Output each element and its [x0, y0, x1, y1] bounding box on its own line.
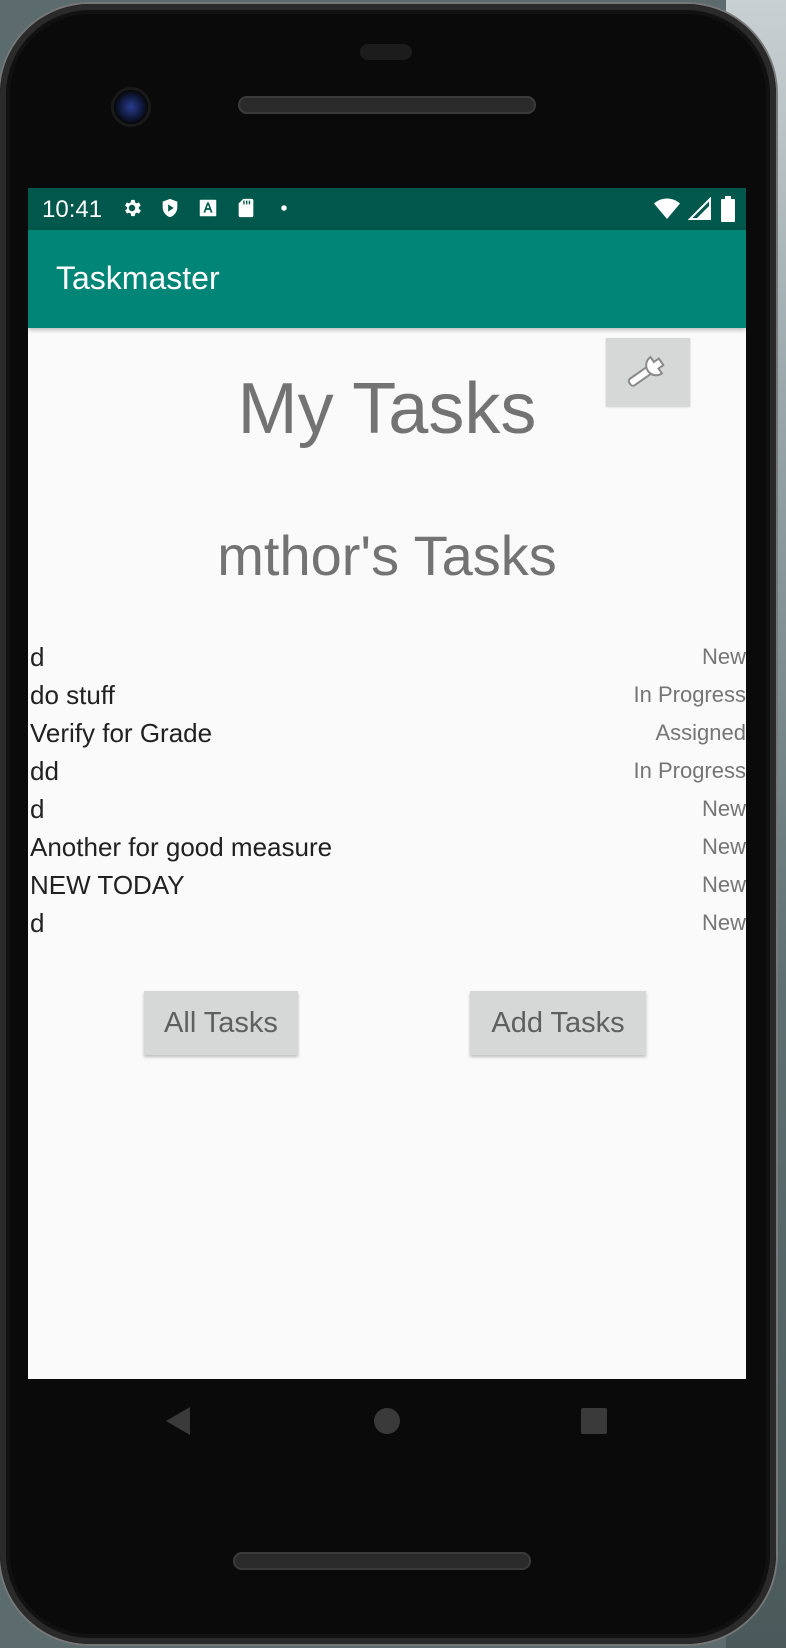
top-speaker: [238, 96, 536, 114]
notification-icons: [120, 196, 296, 220]
task-row[interactable]: d New: [30, 638, 746, 676]
task-row[interactable]: Verify for Grade Assigned: [30, 714, 746, 752]
task-status: New: [701, 872, 746, 897]
app-bar: Taskmaster: [28, 230, 746, 328]
font-icon: [196, 196, 220, 220]
back-icon: [164, 1405, 192, 1442]
task-name: d: [30, 908, 45, 938]
task-status: In Progress: [633, 758, 747, 783]
task-status: New: [701, 644, 746, 669]
task-row[interactable]: Another for good measure New: [30, 828, 746, 866]
task-row[interactable]: d New: [30, 790, 746, 828]
task-status: Assigned: [655, 720, 746, 745]
status-time: 10:41: [42, 196, 103, 223]
task-name: d: [30, 794, 45, 824]
recents-icon: [580, 1407, 608, 1440]
task-name: d: [30, 642, 45, 672]
task-name: do stuff: [30, 680, 115, 710]
app-title: Taskmaster: [56, 260, 220, 296]
recents-button[interactable]: [572, 1401, 616, 1445]
task-status: New: [701, 796, 746, 821]
battery-icon: [720, 196, 736, 227]
task-status: New: [701, 910, 746, 935]
task-status: In Progress: [633, 682, 747, 707]
dot-icon: [272, 196, 296, 220]
front-camera: [114, 90, 148, 124]
task-name: dd: [30, 756, 59, 786]
task-list: d New do stuff In Progress Verify for Gr…: [30, 638, 746, 942]
add-tasks-button[interactable]: Add Tasks: [470, 991, 646, 1055]
task-status: New: [701, 834, 746, 859]
status-bar: 10:41: [28, 188, 746, 230]
sd-card-icon: [234, 196, 258, 220]
task-name: NEW TODAY: [30, 870, 185, 900]
wifi-icon: [654, 197, 680, 226]
back-button[interactable]: [156, 1401, 200, 1445]
earpiece: [360, 44, 412, 60]
task-name: Verify for Grade: [30, 718, 213, 748]
user-tasks-title: mthor's Tasks: [217, 524, 557, 587]
all-tasks-button[interactable]: All Tasks: [144, 991, 298, 1055]
signal-icon: [687, 196, 712, 226]
task-row[interactable]: dd In Progress: [30, 752, 746, 790]
system-icons: [654, 196, 736, 227]
task-row[interactable]: do stuff In Progress: [30, 676, 746, 714]
bottom-speaker: [233, 1552, 531, 1570]
home-icon: [373, 1407, 401, 1440]
gear-icon: [120, 196, 144, 220]
navigation-bar: [28, 1379, 746, 1469]
app-screen: 10:41 Taskmaster My Tasks mthor's Tasks …: [28, 188, 746, 1379]
page-title: My Tasks: [237, 369, 537, 449]
shield-icon: [158, 196, 182, 220]
task-name: Another for good measure: [30, 832, 333, 862]
task-row[interactable]: NEW TODAY New: [30, 866, 746, 904]
home-button[interactable]: [365, 1401, 409, 1445]
task-row[interactable]: d New: [30, 904, 746, 942]
